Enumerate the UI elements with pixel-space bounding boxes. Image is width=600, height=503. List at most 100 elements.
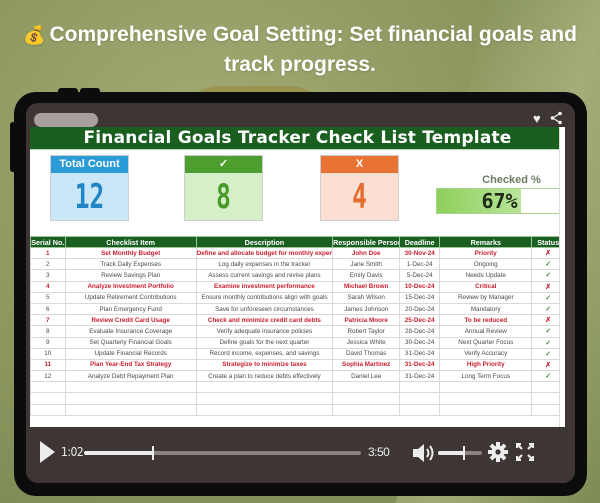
- cell-item[interactable]: Analyze Investment Portfolio: [64, 280, 197, 293]
- empty-cell[interactable]: [332, 403, 401, 416]
- seek-handle[interactable]: [152, 446, 155, 460]
- cell-person[interactable]: Jane Smith: [332, 258, 401, 271]
- cell-description[interactable]: Assess current savings and revise plans: [195, 269, 334, 282]
- cell-description[interactable]: Create a plan to reduce debts effectivel…: [195, 370, 334, 383]
- cell-person[interactable]: Sophia Martinez: [332, 358, 401, 372]
- cell-item[interactable]: Review Savings Plan: [64, 269, 197, 282]
- cell-deadline[interactable]: 31-Dec-24: [399, 347, 441, 360]
- cell-person[interactable]: Patricia Moore: [332, 314, 401, 327]
- cell-description[interactable]: Save for unforeseen circumstances: [195, 302, 334, 316]
- empty-cell[interactable]: [399, 403, 441, 416]
- cell-serial[interactable]: 8: [30, 325, 66, 338]
- col-header-deadline[interactable]: Deadline: [399, 236, 441, 248]
- cell-person[interactable]: David Thomas: [332, 347, 401, 360]
- table-row[interactable]: 12 Analyze Debt Repayment Plan Create a pl…: [30, 370, 565, 383]
- empty-row[interactable]: [30, 392, 565, 405]
- cell-deadline[interactable]: 15-Dec-24: [399, 291, 441, 304]
- table-row[interactable]: 5 Update Retirement Contributions Ensure m…: [30, 291, 565, 304]
- table-row[interactable]: 4 Analyze Investment Portfolio Examine inv…: [30, 280, 565, 293]
- cell-item[interactable]: Review Credit Card Usage: [64, 314, 197, 327]
- cell-description[interactable]: Define goals for the next quarter: [195, 336, 334, 349]
- cell-description[interactable]: Examine investment performance: [195, 280, 334, 293]
- empty-cell[interactable]: [30, 403, 66, 416]
- empty-cell[interactable]: [332, 392, 401, 405]
- cell-remarks[interactable]: Next Quarter Focus: [439, 336, 533, 349]
- cell-person[interactable]: Jessica White: [332, 336, 401, 349]
- cell-description[interactable]: Log daily expenses in the tracker: [195, 258, 334, 271]
- cell-remarks[interactable]: Mandatory: [439, 302, 533, 316]
- empty-cell[interactable]: [439, 403, 533, 416]
- cell-description[interactable]: Strategize to minimize taxes: [195, 358, 334, 372]
- cell-serial[interactable]: 6: [30, 302, 66, 316]
- empty-row[interactable]: [30, 381, 565, 394]
- cell-deadline[interactable]: 31-Dec-24: [399, 358, 441, 372]
- cell-person[interactable]: John Doe: [332, 246, 401, 260]
- table-row[interactable]: 7 Review Credit Card Usage Check and minim…: [30, 314, 565, 327]
- empty-cell[interactable]: [439, 392, 533, 405]
- cell-remarks[interactable]: Ongoing: [439, 258, 533, 271]
- heart-icon[interactable]: ♥: [533, 111, 541, 126]
- cell-serial[interactable]: 12: [30, 370, 66, 383]
- cell-description[interactable]: Verify adequate insurance policies: [195, 325, 334, 338]
- cell-deadline[interactable]: 30-Nov-24: [399, 246, 441, 260]
- seek-bar[interactable]: [84, 446, 361, 460]
- cell-item[interactable]: Set Monthly Budget: [64, 246, 197, 260]
- volume-slider[interactable]: [438, 446, 482, 460]
- cell-item[interactable]: Plan Year-End Tax Strategy: [64, 358, 197, 372]
- cell-deadline[interactable]: 25-Dec-24: [399, 314, 441, 327]
- cell-remarks[interactable]: High Priority: [439, 358, 533, 372]
- cell-item[interactable]: Track Daily Expenses: [64, 258, 197, 271]
- cell-person[interactable]: Emily Davis: [332, 269, 401, 282]
- col-header-description[interactable]: Description: [195, 236, 334, 248]
- cell-person[interactable]: Robert Taylor: [332, 325, 401, 338]
- empty-cell[interactable]: [64, 403, 197, 416]
- cell-remarks[interactable]: Annual Review: [439, 325, 533, 338]
- empty-cell[interactable]: [195, 403, 334, 416]
- cell-remarks[interactable]: Verify Accuracy: [439, 347, 533, 360]
- cell-item[interactable]: Update Retirement Contributions: [64, 291, 197, 304]
- cell-serial[interactable]: 9: [30, 336, 66, 349]
- cell-deadline[interactable]: 28-Dec-24: [399, 325, 441, 338]
- empty-cell[interactable]: [30, 381, 66, 394]
- cell-item[interactable]: Set Quarterly Financial Goals: [64, 336, 197, 349]
- cell-item[interactable]: Analyze Debt Repayment Plan: [64, 370, 197, 383]
- volume-icon[interactable]: [412, 443, 438, 463]
- cell-serial[interactable]: 3: [30, 269, 66, 282]
- cell-remarks[interactable]: Critical: [439, 280, 533, 293]
- empty-cell[interactable]: [195, 392, 334, 405]
- empty-cell[interactable]: [399, 392, 441, 405]
- share-icon[interactable]: [550, 111, 562, 125]
- col-header-serial[interactable]: Serial No.: [30, 236, 66, 248]
- cell-serial[interactable]: 2: [30, 258, 66, 271]
- table-row[interactable]: 9 Set Quarterly Financial Goals Define goa…: [30, 336, 565, 349]
- cell-serial[interactable]: 7: [30, 314, 66, 327]
- col-header-remarks[interactable]: Remarks: [439, 236, 533, 248]
- cell-person[interactable]: Sarah Wilson: [332, 291, 401, 304]
- empty-cell[interactable]: [399, 381, 441, 394]
- volume-handle[interactable]: [463, 446, 466, 460]
- cell-description[interactable]: Record income, expenses, and savings: [195, 347, 334, 360]
- cell-remarks[interactable]: Priority: [439, 246, 533, 260]
- cell-deadline[interactable]: 31-Dec-24: [399, 370, 441, 383]
- cell-deadline[interactable]: 10-Dec-24: [399, 280, 441, 293]
- cell-remarks[interactable]: To be reduced: [439, 314, 533, 327]
- empty-cell[interactable]: [64, 381, 197, 394]
- table-row[interactable]: 2 Track Daily Expenses Log daily expenses …: [30, 258, 565, 271]
- play-icon[interactable]: [40, 441, 55, 463]
- cell-person[interactable]: Daniel Lee: [332, 370, 401, 383]
- cell-deadline[interactable]: 30-Dec-24: [399, 336, 441, 349]
- cell-item[interactable]: Update Financial Records: [64, 347, 197, 360]
- table-row[interactable]: 10 Update Financial Records Record income,…: [30, 347, 565, 360]
- cell-person[interactable]: Michael Brown: [332, 280, 401, 293]
- empty-cell[interactable]: [195, 381, 334, 394]
- col-header-person[interactable]: Responsible Person: [332, 236, 401, 248]
- table-row[interactable]: 8 Evaluate Insurance Coverage Verify adequ…: [30, 325, 565, 338]
- table-row[interactable]: 1 Set Monthly Budget Define and allocate b…: [30, 246, 565, 260]
- cell-deadline[interactable]: 20-Dec-24: [399, 302, 441, 316]
- empty-cell[interactable]: [332, 381, 401, 394]
- cell-serial[interactable]: 4: [30, 280, 66, 293]
- cell-deadline[interactable]: 5-Dec-24: [399, 269, 441, 282]
- empty-cell[interactable]: [439, 381, 533, 394]
- cell-serial[interactable]: 5: [30, 291, 66, 304]
- table-row[interactable]: 11 Plan Year-End Tax Strategy Strategize t…: [30, 358, 565, 372]
